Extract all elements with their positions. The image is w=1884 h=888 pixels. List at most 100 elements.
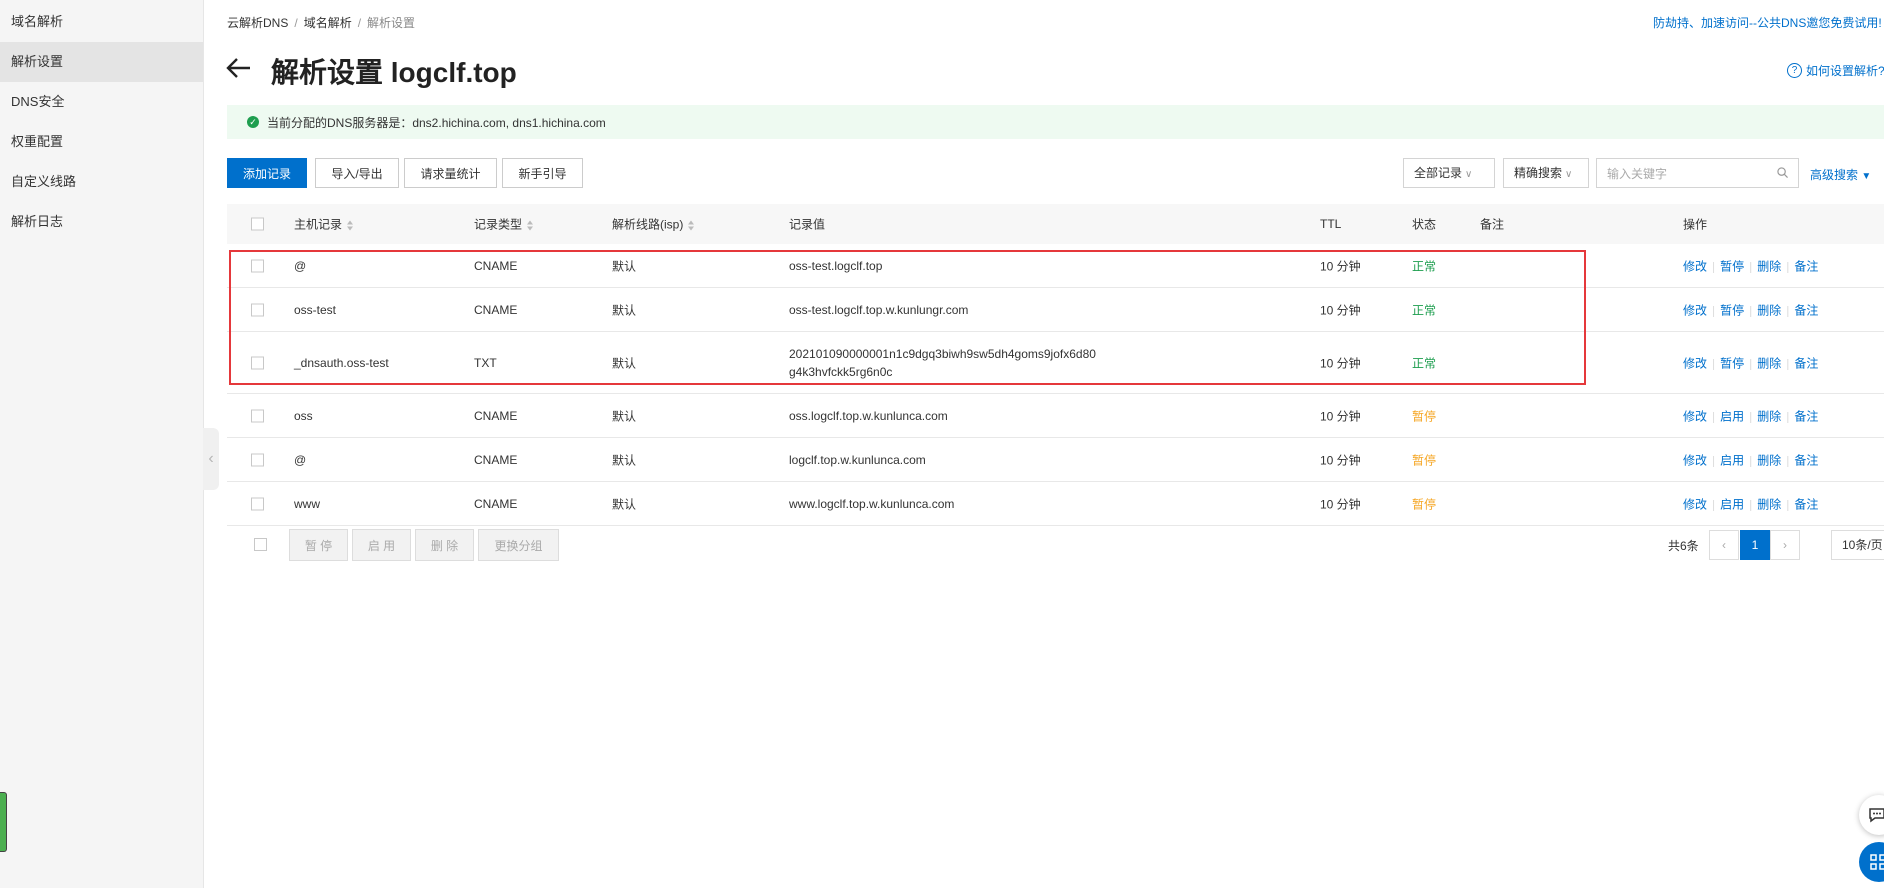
row-checkbox[interactable]	[251, 303, 264, 316]
request-stats-button[interactable]: 请求量统计	[404, 158, 497, 188]
ops-separator: |	[1712, 453, 1716, 467]
row-op-edit[interactable]: 修改	[1683, 303, 1707, 317]
column-header-type[interactable]: 记录类型	[474, 216, 534, 233]
ops-separator: |	[1786, 356, 1790, 370]
row-op-toggle[interactable]: 启用	[1720, 497, 1744, 511]
search-mode-select[interactable]: 精确搜索 ∨	[1503, 158, 1589, 188]
row-op-edit[interactable]: 修改	[1683, 356, 1707, 370]
row-op-delete[interactable]: 删除	[1757, 356, 1781, 370]
bulk-delete-button[interactable]: 删 除	[415, 529, 474, 561]
row-ops: 修改 | 暂停 | 删除 | 备注	[1683, 301, 1818, 318]
chevron-left-icon: ‹	[1722, 538, 1726, 552]
row-op-toggle[interactable]: 启用	[1720, 453, 1744, 467]
row-checkbox[interactable]	[251, 409, 264, 422]
floating-side-tab[interactable]	[0, 792, 7, 852]
row-op-remark[interactable]: 备注	[1794, 409, 1818, 423]
record-value-line: 202101090000001n1c9dgq3biwh9sw5dh4goms9j…	[789, 346, 1096, 361]
row-op-remark[interactable]: 备注	[1794, 356, 1818, 370]
sidebar-item-custom-line[interactable]: 自定义线路	[0, 162, 203, 202]
row-checkbox[interactable]	[251, 356, 264, 369]
row-op-edit[interactable]: 修改	[1683, 409, 1707, 423]
add-record-button[interactable]: 添加记录	[227, 158, 307, 188]
row-op-delete[interactable]: 删除	[1757, 453, 1781, 467]
select-all-checkbox[interactable]	[251, 217, 264, 231]
beginner-guide-button[interactable]: 新手引导	[502, 158, 583, 188]
advanced-search-link[interactable]: 高级搜索 ▼	[1810, 166, 1871, 183]
row-op-toggle[interactable]: 暂停	[1720, 303, 1744, 317]
row-op-edit[interactable]: 修改	[1683, 453, 1707, 467]
resolution-line: 默认	[612, 356, 637, 370]
ops-separator: |	[1712, 259, 1716, 273]
sidebar-item-resolution-log[interactable]: 解析日志	[0, 202, 203, 242]
row-ops: 修改 | 暂停 | 删除 | 备注	[1683, 257, 1818, 274]
records-table: 主机记录 记录类型 解析线路(isp) 记录值 TTL 状态 备注 操作 @ CN…	[227, 204, 1884, 526]
ops-separator: |	[1712, 497, 1716, 511]
search-mode-value: 精确搜索	[1514, 166, 1563, 180]
prev-page-button[interactable]: ‹	[1709, 530, 1739, 560]
row-checkbox[interactable]	[251, 497, 264, 510]
search-box	[1596, 158, 1799, 189]
page-size-select[interactable]: 10条/页 ∨	[1831, 530, 1884, 560]
sidebar-item-dns-security[interactable]: DNS安全	[0, 82, 203, 122]
record-value-line: oss.logclf.top.w.kunlunca.com	[789, 408, 948, 423]
row-op-toggle[interactable]: 启用	[1720, 409, 1744, 423]
row-op-remark[interactable]: 备注	[1794, 303, 1818, 317]
bulk-enable-button[interactable]: 启 用	[352, 529, 411, 561]
ops-separator: |	[1786, 453, 1790, 467]
breadcrumb-item-domain[interactable]: 域名解析	[304, 16, 352, 30]
search-icon[interactable]	[1777, 167, 1788, 178]
column-header-ops: 操作	[1683, 217, 1708, 232]
record-filter-select[interactable]: 全部记录 ∨	[1403, 158, 1495, 188]
row-op-remark[interactable]: 备注	[1794, 259, 1818, 273]
sidebar-item-weight-config[interactable]: 权重配置	[0, 122, 203, 162]
back-arrow-icon[interactable]	[226, 55, 252, 81]
help-link[interactable]: ? 如何设置解析?	[1787, 62, 1884, 79]
ops-separator: |	[1749, 453, 1753, 467]
column-header-value: 记录值	[789, 217, 826, 232]
column-header-host[interactable]: 主机记录	[294, 216, 354, 233]
change-group-button[interactable]: 更换分组	[478, 529, 559, 561]
bulk-pause-button[interactable]: 暂 停	[289, 529, 348, 561]
row-op-edit[interactable]: 修改	[1683, 497, 1707, 511]
record-value: logclf.top.w.kunlunca.com	[789, 453, 926, 467]
next-page-button[interactable]: ›	[1770, 530, 1800, 560]
row-op-delete[interactable]: 删除	[1757, 259, 1781, 273]
import-export-button[interactable]: 导入/导出	[315, 158, 399, 188]
record-value: 202101090000001n1c9dgq3biwh9sw5dh4goms9j…	[789, 347, 1096, 379]
sidebar-item-domain-resolution[interactable]: 域名解析	[0, 2, 203, 42]
breadcrumb-item-cloud-dns[interactable]: 云解析DNS	[227, 16, 288, 30]
row-op-remark[interactable]: 备注	[1794, 453, 1818, 467]
row-op-toggle[interactable]: 暂停	[1720, 356, 1744, 370]
status-badge: 暂停	[1412, 497, 1437, 511]
record-value: oss.logclf.top.w.kunlunca.com	[789, 409, 948, 423]
breadcrumb-separator: /	[357, 16, 362, 30]
ops-separator: |	[1712, 303, 1716, 317]
ops-separator: |	[1786, 497, 1790, 511]
row-checkbox[interactable]	[251, 453, 264, 466]
row-op-edit[interactable]: 修改	[1683, 259, 1707, 273]
sort-icon[interactable]	[527, 220, 534, 231]
sidebar-item-resolution-settings[interactable]: 解析设置	[0, 42, 203, 82]
sort-icon[interactable]	[688, 220, 695, 231]
page-1-button[interactable]: 1	[1740, 530, 1770, 560]
sort-icon[interactable]	[347, 220, 354, 231]
dns-server-notice: ✓ 当前分配的DNS服务器是：dns2.hichina.com, dns1.hi…	[227, 105, 1884, 139]
row-op-delete[interactable]: 删除	[1757, 303, 1781, 317]
promo-link[interactable]: 防劫持、加速访问--公共DNS邀您免费试用!	[1653, 14, 1884, 31]
chat-icon	[1869, 808, 1884, 823]
search-input[interactable]	[1597, 159, 1769, 189]
row-op-delete[interactable]: 删除	[1757, 409, 1781, 423]
resolution-line: 默认	[612, 409, 637, 423]
ops-separator: |	[1786, 409, 1790, 423]
row-op-toggle[interactable]: 暂停	[1720, 259, 1744, 273]
row-ops: 修改 | 启用 | 删除 | 备注	[1683, 407, 1818, 424]
row-op-delete[interactable]: 删除	[1757, 497, 1781, 511]
row-checkbox[interactable]	[251, 259, 264, 272]
notice-text: 当前分配的DNS服务器是：dns2.hichina.com, dns1.hich…	[267, 115, 606, 130]
column-header-line[interactable]: 解析线路(isp)	[612, 216, 695, 233]
row-op-remark[interactable]: 备注	[1794, 497, 1818, 511]
sidebar: 域名解析 解析设置 DNS安全 权重配置 自定义线路 解析日志	[0, 0, 204, 888]
row-ops: 修改 | 启用 | 删除 | 备注	[1683, 495, 1818, 512]
apps-grid-icon	[1870, 854, 1884, 870]
footer-select-all-checkbox[interactable]	[254, 538, 267, 551]
